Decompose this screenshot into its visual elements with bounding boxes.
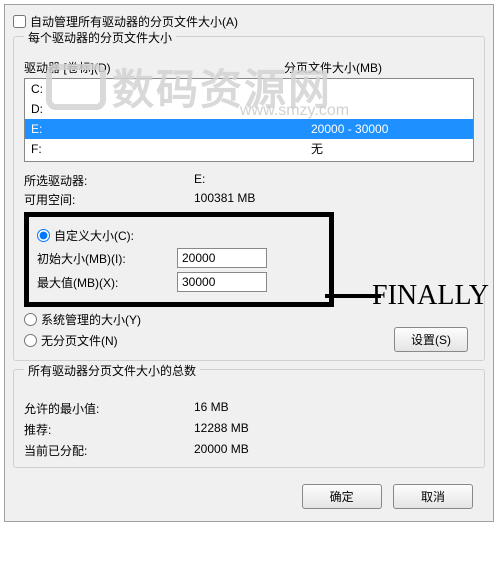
list-item[interactable]: C: (25, 79, 473, 99)
custom-size-radio[interactable] (37, 229, 50, 242)
current-alloc-label: 当前已分配: (24, 442, 194, 459)
drive-letter: C: (31, 80, 311, 98)
initial-size-input[interactable] (177, 248, 267, 268)
virtual-memory-dialog: 自动管理所有驱动器的分页文件大小(A) 每个驱动器的分页文件大小 驱动器 [卷标… (4, 4, 494, 522)
recommended-label: 推荐: (24, 421, 194, 438)
auto-manage-label: 自动管理所有驱动器的分页文件大小(A) (30, 13, 238, 30)
drive-letter: D: (31, 100, 311, 118)
no-pagefile-radio[interactable] (24, 334, 37, 347)
annotation-text: FINALLY (372, 280, 489, 312)
set-button[interactable]: 设置(S) (394, 327, 468, 352)
drive-value: 20000 - 30000 (311, 120, 388, 138)
totals-legend: 所有驱动器分页文件大小的总数 (24, 362, 200, 379)
custom-size-label: 自定义大小(C): (54, 227, 134, 244)
list-item[interactable]: D: (25, 99, 473, 119)
initial-size-label: 初始大小(MB)(I): (37, 250, 177, 267)
available-space-value: 100381 MB (194, 191, 255, 208)
ok-button[interactable]: 确定 (302, 484, 382, 509)
totals-group: 所有驱动器分页文件大小的总数 允许的最小值: 16 MB 推荐: 12288 M… (13, 369, 485, 468)
drive-listbox[interactable]: C: D: E: 20000 - 30000 F: 无 (24, 78, 474, 162)
list-item[interactable]: F: 无 (25, 139, 473, 159)
max-size-label: 最大值(MB)(X): (37, 274, 177, 291)
column-pagefile-header: 分页文件大小(MB) (284, 59, 382, 76)
available-space-label: 可用空间: (24, 191, 194, 208)
system-managed-radio[interactable] (24, 313, 37, 326)
custom-size-highlight: 自定义大小(C): 初始大小(MB)(I): 最大值(MB)(X): (24, 212, 334, 307)
min-allowed-label: 允许的最小值: (24, 400, 194, 417)
list-item[interactable]: E: 20000 - 30000 (25, 119, 473, 139)
min-allowed-value: 16 MB (194, 400, 229, 417)
current-alloc-value: 20000 MB (194, 442, 249, 459)
selected-drive-value: E: (194, 172, 205, 189)
per-drive-group: 每个驱动器的分页文件大小 驱动器 [卷标](D) 分页文件大小(MB) C: D… (13, 36, 485, 361)
no-pagefile-label: 无分页文件(N) (41, 332, 118, 349)
per-drive-legend: 每个驱动器的分页文件大小 (24, 29, 176, 46)
auto-manage-checkbox[interactable] (13, 15, 26, 28)
drive-value: 无 (311, 140, 323, 158)
drive-letter: E: (31, 120, 311, 138)
column-drive-header: 驱动器 [卷标](D) (24, 59, 284, 76)
recommended-value: 12288 MB (194, 421, 249, 438)
drive-letter: F: (31, 140, 311, 158)
system-managed-label: 系统管理的大小(Y) (41, 311, 141, 328)
max-size-input[interactable] (177, 272, 267, 292)
selected-drive-label: 所选驱动器: (24, 172, 194, 189)
cancel-button[interactable]: 取消 (393, 484, 473, 509)
